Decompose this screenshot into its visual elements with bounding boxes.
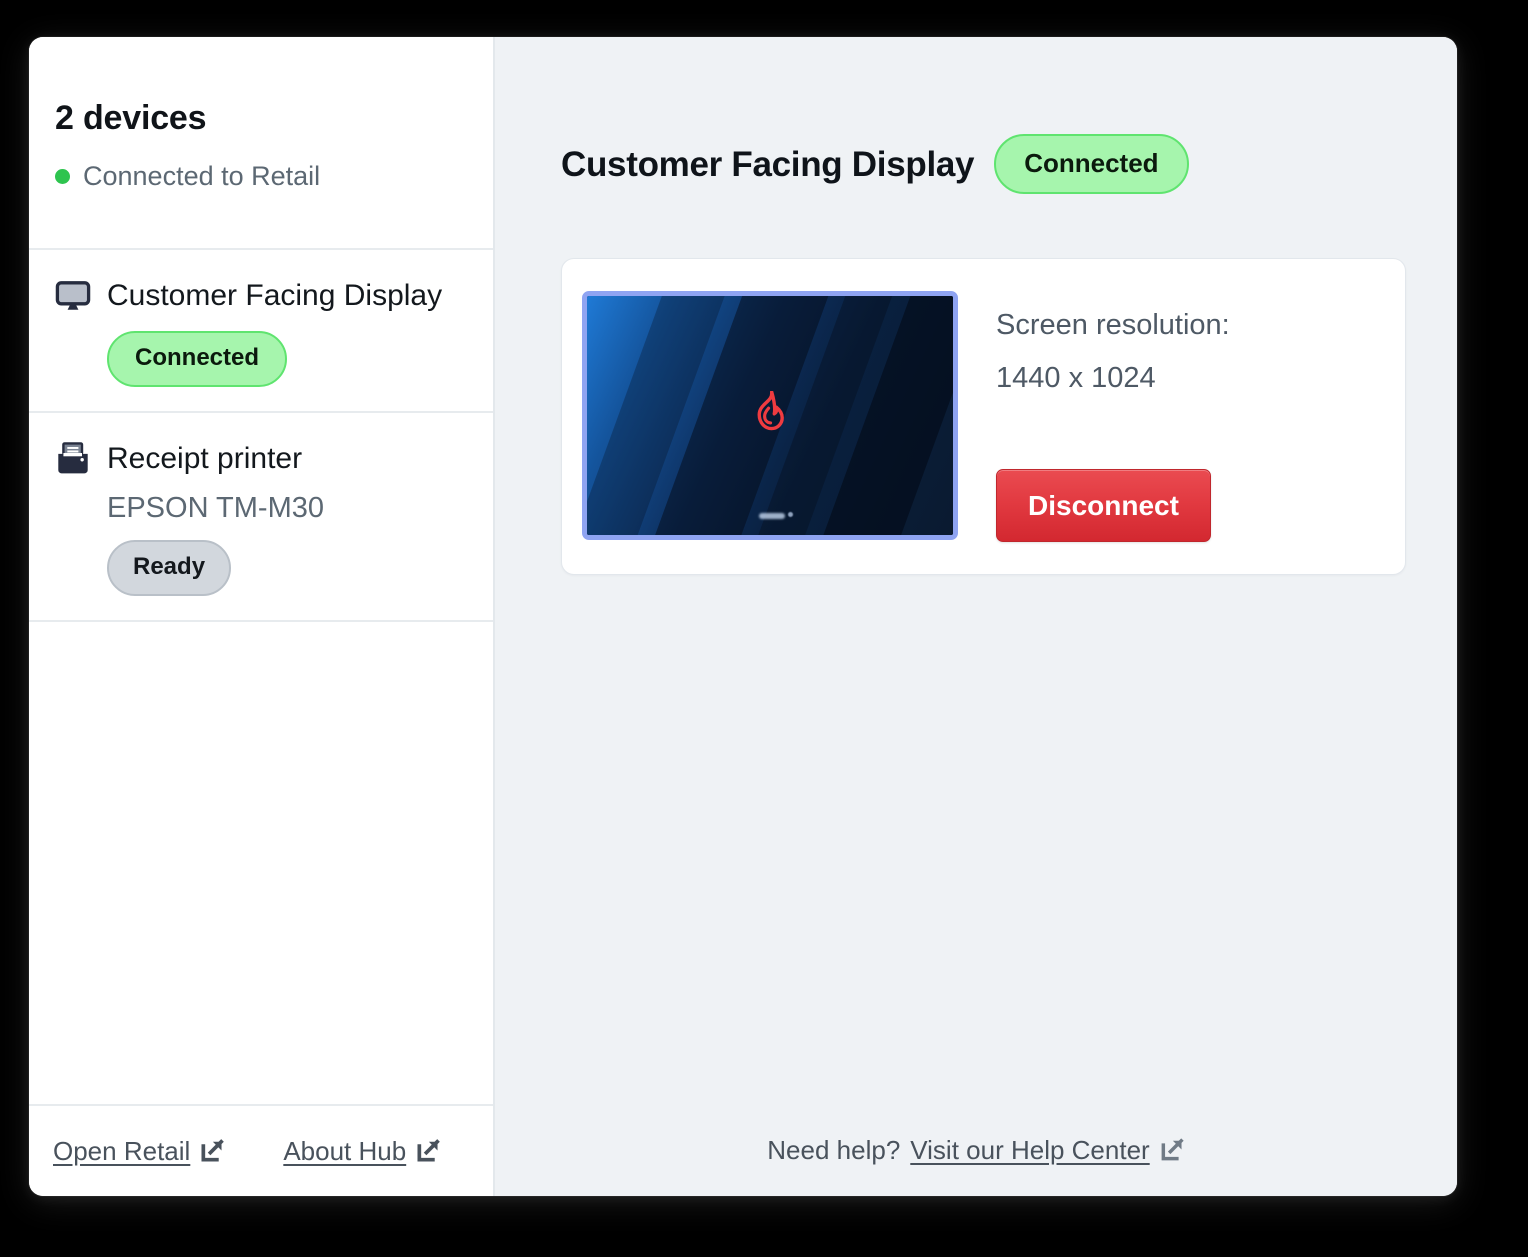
connection-status-label: Connected to Retail xyxy=(83,161,321,191)
device-name-label: Customer Facing Display xyxy=(107,279,443,313)
external-link-icon xyxy=(201,1139,225,1162)
external-link-icon xyxy=(1161,1138,1184,1161)
device-badge-wrap: Ready xyxy=(107,540,493,597)
hub-window: 2 devices Connected to Retail Customer F… xyxy=(29,37,1457,1196)
open-retail-label: Open Retail xyxy=(53,1135,191,1166)
status-badge: Ready xyxy=(107,540,232,597)
help-footer: Need help? Visit our Help Center xyxy=(495,1104,1457,1196)
open-retail-link[interactable]: Open Retail xyxy=(53,1136,225,1167)
sidebar-item-customer-facing-display[interactable]: Customer Facing Display Connected xyxy=(29,250,493,413)
header-status-badge: Connected xyxy=(994,134,1189,194)
display-detail-card: Screen resolution: 1440 x 1024 Disconnec… xyxy=(561,258,1406,575)
help-center-label: Visit our Help Center xyxy=(910,1134,1150,1165)
device-model-label: EPSON TM-M30 xyxy=(107,492,325,524)
connection-status-row: Connected to Retail xyxy=(55,163,493,190)
sidebar-item-receipt-printer[interactable]: Receipt printer EPSON TM-M30 Ready xyxy=(29,413,493,623)
about-hub-link[interactable]: About Hub xyxy=(283,1136,441,1167)
wallpaper xyxy=(587,296,953,535)
device-title-row: Receipt printer xyxy=(55,441,493,477)
status-dot-icon xyxy=(55,169,70,184)
printer-icon xyxy=(58,442,88,474)
help-center-link[interactable]: Visit our Help Center xyxy=(910,1135,1184,1166)
about-hub-label: About Hub xyxy=(283,1135,407,1166)
monitor-icon xyxy=(55,281,91,310)
main-spacer xyxy=(495,575,1457,1104)
resolution-label: Screen resolution: xyxy=(996,309,1230,341)
disconnect-button[interactable]: Disconnect xyxy=(996,469,1211,542)
page-title: Customer Facing Display xyxy=(561,144,975,184)
need-help-label: Need help? xyxy=(767,1134,901,1165)
device-name-label: Receipt printer xyxy=(107,442,303,476)
sidebar-footer: Open Retail About Hub xyxy=(29,1104,493,1196)
display-info-column: Screen resolution: 1440 x 1024 Disconnec… xyxy=(996,291,1230,542)
external-link-icon xyxy=(417,1139,441,1162)
device-title-row: Customer Facing Display xyxy=(55,278,493,314)
detail-header: Customer Facing Display Connected xyxy=(495,37,1457,194)
device-badge-wrap: Connected xyxy=(107,331,493,387)
lightspeed-flame-logo-icon xyxy=(757,390,784,430)
devices-sidebar: 2 devices Connected to Retail Customer F… xyxy=(29,37,495,1196)
screen-preview-thumbnail xyxy=(582,291,958,540)
device-detail-panel: Customer Facing Display Connected Screen… xyxy=(495,37,1457,1196)
device-count-heading: 2 devices xyxy=(55,99,207,137)
taskbar-blur xyxy=(759,513,786,519)
status-badge: Connected xyxy=(107,331,288,387)
screen-root: 2 devices Connected to Retail Customer F… xyxy=(0,0,1528,1257)
sidebar-header: 2 devices Connected to Retail xyxy=(29,37,493,250)
resolution-value: 1440 x 1024 xyxy=(996,362,1156,394)
